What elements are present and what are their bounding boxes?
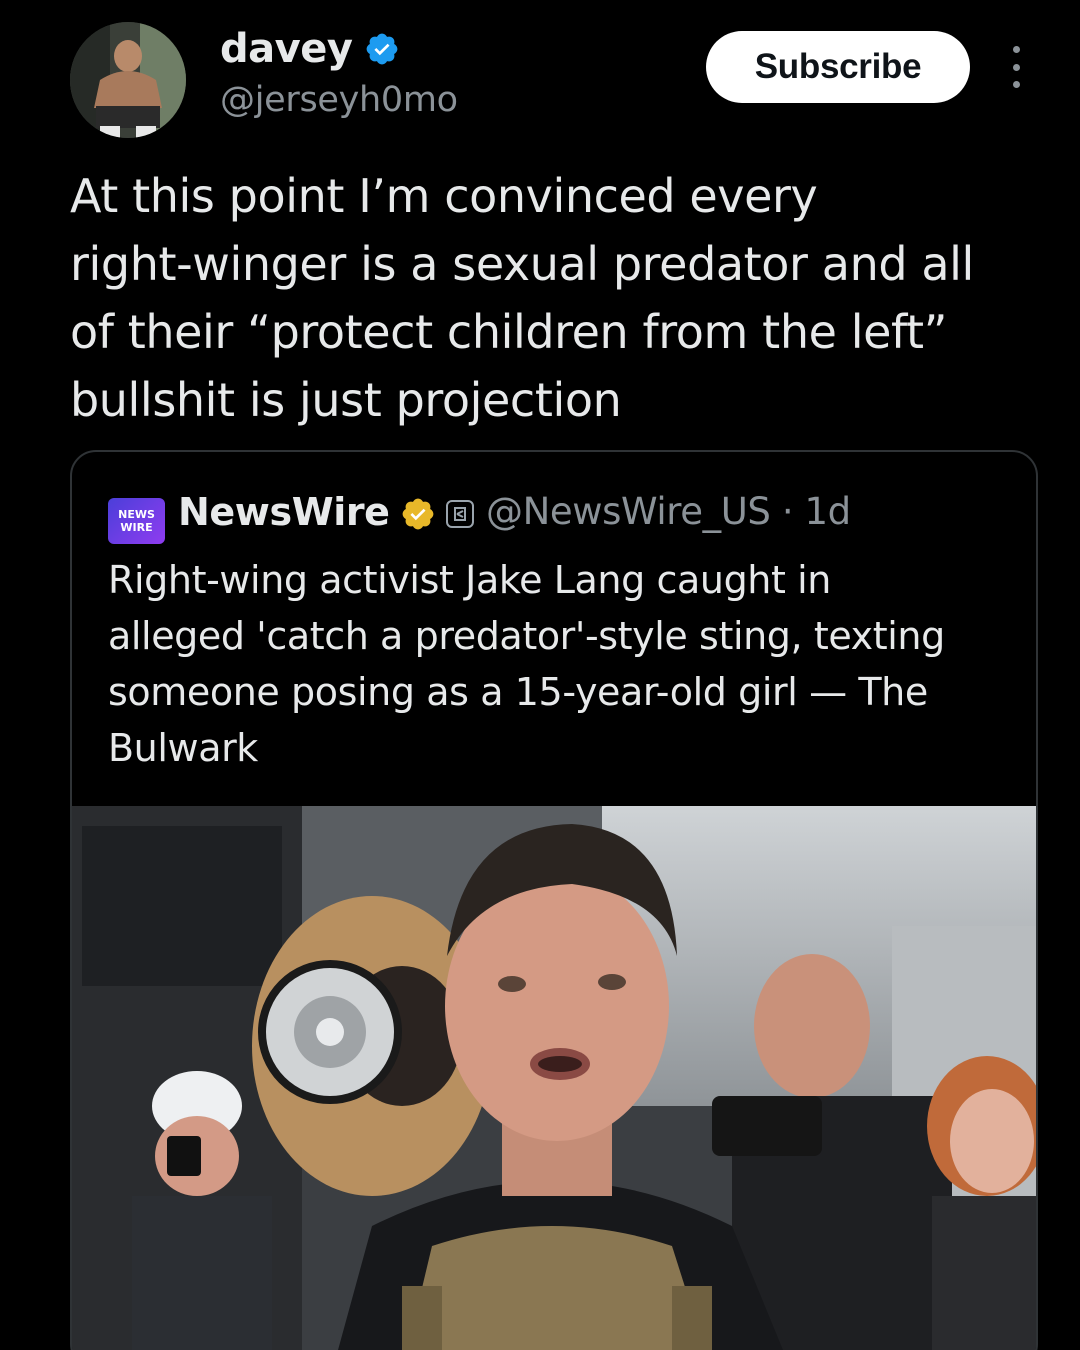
more-options-icon[interactable] [1005, 46, 1027, 88]
author-display-name[interactable]: davey [220, 26, 400, 72]
tweet-line: right-winger is a sexual predator and al… [70, 237, 974, 291]
tweet-line: At this point I’m convinced every [70, 169, 818, 223]
quote-text: Right-wing activist Jake Lang caught in … [108, 552, 1018, 776]
quoted-tweet[interactable]: NEWS WIRE NewsWire @NewsWire_US · 1d Rig… [70, 450, 1038, 1350]
gold-verified-badge-icon [402, 498, 434, 530]
quote-line: Bulwark [108, 726, 258, 770]
author-name-text[interactable]: davey [220, 26, 353, 72]
quote-line: alleged 'catch a predator'-style sting, … [108, 614, 945, 658]
author-handle[interactable]: @jerseyh0mo [220, 80, 458, 120]
quote-handle-time[interactable]: @NewsWire_US · 1d [486, 490, 851, 533]
verified-badge-icon [367, 33, 398, 65]
tweet-text: At this point I’m convinced every right-… [70, 162, 1030, 434]
affiliate-badge-icon [446, 500, 474, 528]
avatar[interactable] [70, 22, 186, 138]
quote-line: Right-wing activist Jake Lang caught in [108, 558, 831, 602]
logo-text-line: WIRE [120, 521, 153, 534]
tweet-line: of their “protect children from the left… [70, 305, 948, 359]
quote-line: someone posing as a 15-year-old girl — T… [108, 670, 928, 714]
news-photo[interactable] [72, 806, 1036, 1350]
subscribe-button[interactable]: Subscribe [706, 31, 970, 103]
quote-display-name[interactable]: NewsWire [178, 490, 390, 534]
newswire-logo[interactable]: NEWS WIRE [108, 498, 165, 544]
logo-text-line: NEWS [118, 508, 155, 521]
tweet-line: bullshit is just projection [70, 373, 622, 427]
